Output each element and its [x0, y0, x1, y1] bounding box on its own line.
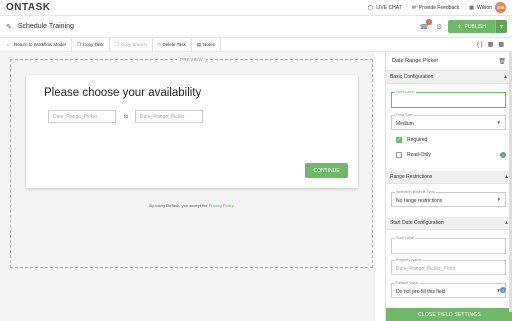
start-label-label: Start Label	[395, 236, 416, 240]
user-menu[interactable]: ▦ Wilson SW	[469, 2, 506, 13]
field-label-label: Field Label	[395, 90, 416, 94]
title-actions: ☎ 1 ⚙ ⇧ PUBLISH ▼	[418, 18, 507, 33]
copy-branch-label: Copy Branch	[120, 42, 147, 47]
continue-button[interactable]: CONTINUE	[305, 163, 348, 178]
title-bar: ✎ Schedule Training ☎ 1 ⚙ ⇧ PUBLISH ▼	[0, 16, 512, 38]
close-field-settings-button[interactable]: CLOSE FIELD SETTINGS	[386, 308, 512, 321]
form-heading[interactable]: Please choose your availability	[44, 87, 201, 99]
checkbox-checked-icon: ✓	[396, 137, 402, 143]
trash-icon: □	[157, 42, 161, 47]
notes-icon: ▤	[196, 41, 202, 47]
delete-field-icon[interactable]: 🗑	[498, 58, 506, 65]
delete-task-button[interactable]: □ Delete Task	[153, 37, 192, 52]
start-date-configuration-section[interactable]: Start Date Configuration ▲	[386, 217, 512, 230]
upload-icon: ⇧	[457, 23, 462, 30]
date-range-to-label: to	[124, 114, 129, 120]
pencil-icon[interactable]: ✎	[6, 23, 12, 31]
default-value-label: Default Value	[395, 281, 420, 285]
basic-configuration-label: Basic Configuration	[390, 74, 434, 80]
date-range-from-input[interactable]: Date_Range_Picker	[48, 110, 116, 123]
editor-toolbar: ← Return to Workflow Model ❐ Copy Task ❐…	[0, 37, 512, 52]
selection-bounds-select[interactable]: Selection Bounds Type No range restricti…	[391, 190, 506, 207]
field-label-input[interactable]: Field Label	[391, 90, 506, 108]
avatar[interactable]: SW	[495, 2, 506, 13]
copy-branch-button[interactable]: ❐ Copy Branch	[110, 37, 153, 52]
help-icon[interactable]: ?	[500, 287, 506, 293]
help-icon[interactable]: ?	[500, 152, 506, 158]
panel-title: Date Range Picker	[392, 58, 439, 64]
publish-label: PUBLISH	[464, 23, 486, 30]
selection-bounds-label: Selection Bounds Type	[395, 190, 436, 194]
chevron-down-icon: ▼	[496, 120, 501, 125]
preview-label: PREVIEW	[11, 57, 372, 62]
copy-task-label: Copy Task	[82, 42, 104, 47]
chat-icon: ◯	[367, 4, 374, 11]
preview-canvas: PREVIEW Please choose your availability …	[0, 52, 375, 321]
property-name-input[interactable]: Property Name Date_Range_Picker_From	[391, 258, 506, 275]
notifications-button[interactable]: ☎ 1	[418, 18, 433, 33]
copy-icon: ❐	[76, 41, 81, 47]
start-label-input[interactable]: Start Label	[391, 236, 506, 254]
required-checkbox[interactable]: ✓ Required	[396, 137, 427, 143]
field-size-value: Medium	[396, 121, 414, 127]
chevron-up-icon: ▲	[503, 74, 508, 80]
default-value-select[interactable]: Default Value Do not pre-fill this field…	[391, 281, 506, 298]
checkbox-unchecked-icon	[396, 152, 402, 158]
arrow-left-icon: ←	[6, 41, 12, 48]
ontask-logo[interactable]: ONTASK	[6, 2, 50, 13]
readonly-checkbox[interactable]: Read-Only	[396, 152, 431, 158]
chevron-down-icon: ▼	[496, 197, 501, 202]
top-right-nav: ◯ LIVE CHAT ✉ Provide Feedback ▦ Wilson …	[368, 2, 506, 13]
basic-configuration-section[interactable]: Basic Configuration ▲	[386, 71, 512, 84]
return-label: Return to Workflow Model	[14, 42, 66, 47]
top-bar: ONTASK ◯ LIVE CHAT ✉ Provide Feedback ▦ …	[0, 0, 512, 16]
toolbar-right-icons: { } ▦ ▩	[477, 41, 504, 49]
publish-button[interactable]: ⇧ PUBLISH	[448, 20, 495, 33]
form-card: Please choose your availability Date_Ran…	[26, 75, 358, 188]
preview-mobile-icon[interactable]: ▦	[488, 41, 494, 48]
default-value-value: Do not pre-fill this field	[396, 289, 446, 295]
required-label: Required	[407, 137, 428, 143]
range-restrictions-section[interactable]: Range Restrictions ▲	[386, 171, 512, 184]
return-to-workflow-button[interactable]: ← Return to Workflow Model	[0, 37, 72, 52]
date-range-to-input[interactable]: Date_Range_Picker	[135, 110, 203, 123]
publish-dropdown-toggle[interactable]: ▼	[495, 20, 507, 33]
feedback-link[interactable]: ✉ Provide Feedback	[412, 5, 460, 11]
feedback-icon: ✉	[411, 4, 416, 11]
notes-button[interactable]: ▤ Notes	[192, 37, 221, 52]
notes-label: Notes	[203, 42, 215, 47]
readonly-label: Read-Only	[407, 152, 431, 158]
settings-gear-icon[interactable]: ⚙	[436, 23, 442, 31]
panel-header: Date Range Picker 🗑	[386, 52, 512, 71]
code-icon[interactable]: { }	[477, 42, 483, 48]
notification-badge: 1	[426, 18, 433, 25]
user-name: Wilson	[476, 4, 492, 11]
field-settings-panel: Date Range Picker 🗑 Basic Configuration …	[385, 52, 512, 321]
property-name-label: Property Name	[395, 258, 423, 262]
privacy-notice: By using OnTask, you accept the Privacy …	[11, 203, 372, 208]
page-title[interactable]: Schedule Training	[18, 23, 74, 30]
copy-branch-icon: ❐	[114, 41, 119, 47]
copy-task-button[interactable]: ❐ Copy Task	[72, 37, 110, 52]
property-name-value: Date_Range_Picker_From	[396, 266, 456, 272]
preview-frame: PREVIEW Please choose your availability …	[10, 57, 373, 268]
start-date-configuration-label: Start Date Configuration	[390, 220, 444, 226]
delete-task-label: Delete Task	[162, 42, 186, 47]
chevron-down-icon: ▼	[499, 23, 504, 30]
building-icon: ▦	[469, 4, 474, 11]
range-restrictions-label: Range Restrictions	[390, 174, 433, 180]
field-size-label: Field Size	[395, 113, 414, 117]
privacy-text: By using OnTask, you accept the	[149, 203, 209, 208]
field-size-select[interactable]: Field Size Medium ▼	[391, 113, 506, 130]
selection-bounds-value: No range restrictions	[396, 198, 443, 204]
privacy-policy-link[interactable]: Privacy Policy	[209, 203, 234, 208]
preview-desktop-icon[interactable]: ▩	[498, 41, 504, 48]
feedback-label: Provide Feedback	[418, 4, 460, 11]
publish-button-group: ⇧ PUBLISH ▼	[448, 20, 507, 33]
live-chat-link[interactable]: ◯ LIVE CHAT	[368, 5, 402, 11]
live-chat-label: LIVE CHAT	[376, 4, 402, 11]
